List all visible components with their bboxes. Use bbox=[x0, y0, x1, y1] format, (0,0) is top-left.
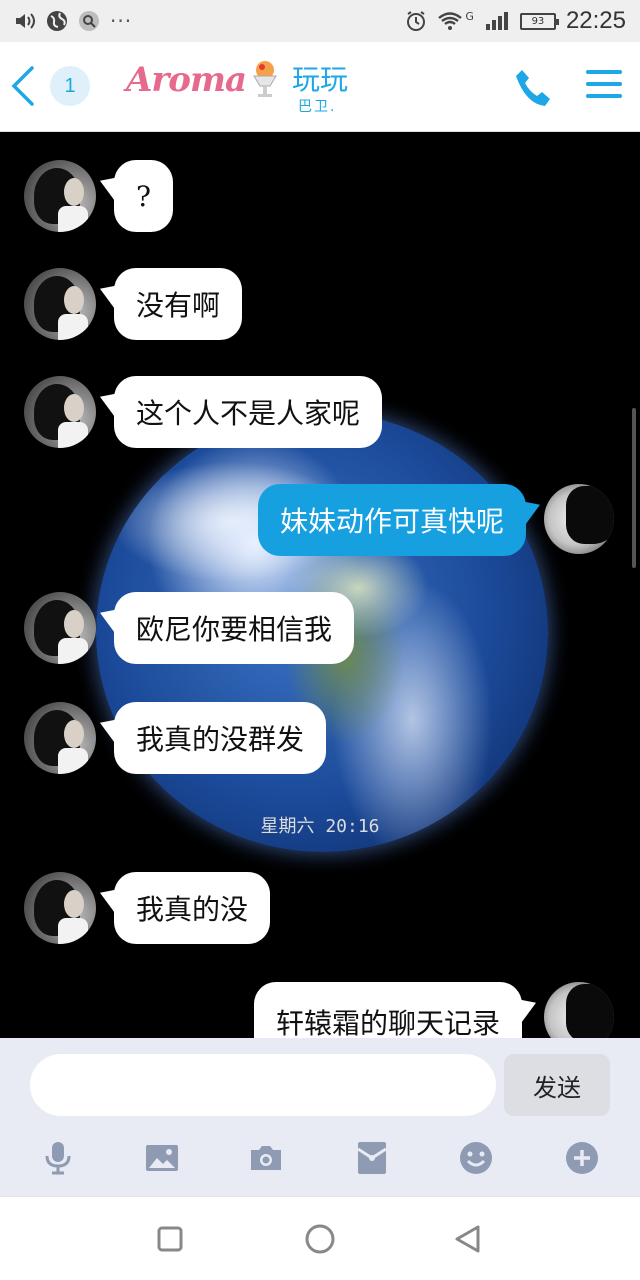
network-type-label: G bbox=[465, 9, 474, 23]
menu-line bbox=[586, 82, 622, 86]
more-dots-icon: ··· bbox=[110, 9, 133, 33]
chat-header: 1 Aroma 玩玩 巴卫. bbox=[0, 42, 640, 132]
ice-cream-icon bbox=[250, 58, 280, 98]
volume-icon bbox=[14, 11, 36, 31]
status-left: ··· bbox=[14, 9, 132, 33]
message-timestamp: 星期六 20:16 bbox=[260, 816, 380, 837]
status-bar: ··· G 93 22:25 bbox=[0, 0, 640, 42]
incoming-message[interactable]: 我真的没 bbox=[114, 872, 271, 944]
menu-button[interactable] bbox=[586, 70, 622, 106]
chat-area[interactable]: ? 没有啊 这个人不是人家呢 妹妹动作可真快呢 欧尼你要相信我 我真的没群发 星… bbox=[0, 132, 640, 1038]
chevron-left-icon bbox=[11, 66, 34, 106]
menu-line bbox=[586, 70, 622, 74]
incoming-message[interactable]: 没有啊 bbox=[114, 268, 243, 340]
contact-avatar[interactable] bbox=[24, 268, 96, 340]
outgoing-message[interactable]: 轩辕霜的聊天记录 bbox=[253, 982, 522, 1038]
image-icon[interactable] bbox=[144, 1140, 180, 1176]
scrollbar[interactable] bbox=[632, 408, 636, 568]
plus-icon[interactable] bbox=[564, 1140, 600, 1176]
contact-avatar[interactable] bbox=[24, 872, 96, 944]
red-packet-icon[interactable] bbox=[354, 1140, 390, 1176]
home-icon[interactable] bbox=[304, 1223, 336, 1255]
contact-avatar[interactable] bbox=[24, 592, 96, 664]
microphone-icon[interactable] bbox=[40, 1140, 76, 1176]
search-icon bbox=[78, 10, 100, 32]
phone-icon bbox=[516, 70, 550, 106]
incoming-message[interactable]: 这个人不是人家呢 bbox=[114, 376, 383, 448]
emoji-icon[interactable] bbox=[458, 1140, 494, 1176]
unread-badge[interactable]: 1 bbox=[50, 66, 90, 106]
navigation-bar bbox=[0, 1196, 640, 1280]
alarm-icon bbox=[405, 10, 427, 32]
contact-avatar[interactable] bbox=[24, 160, 96, 232]
contact-subtitle: 巴卫. bbox=[298, 99, 337, 115]
contact-avatar[interactable] bbox=[24, 702, 96, 774]
back-button[interactable] bbox=[8, 64, 38, 108]
back-icon[interactable] bbox=[452, 1223, 484, 1255]
recent-apps-icon[interactable] bbox=[154, 1223, 186, 1255]
outgoing-message[interactable]: 妹妹动作可真快呢 bbox=[257, 484, 526, 556]
contact-name[interactable]: 玩玩 bbox=[292, 58, 348, 98]
camera-icon[interactable] bbox=[248, 1140, 284, 1176]
incoming-message[interactable]: 欧尼你要相信我 bbox=[114, 592, 355, 664]
my-avatar[interactable] bbox=[544, 484, 614, 554]
call-button[interactable] bbox=[512, 66, 556, 110]
input-bar: 发送 bbox=[0, 1038, 640, 1196]
status-right: G 93 22:25 bbox=[405, 7, 626, 35]
menu-line bbox=[586, 94, 622, 98]
wifi-icon bbox=[437, 11, 463, 31]
my-avatar[interactable] bbox=[544, 982, 614, 1038]
incoming-message[interactable]: ? bbox=[114, 160, 174, 232]
contact-avatar[interactable] bbox=[24, 376, 96, 448]
globe-icon bbox=[46, 10, 68, 32]
signal-icon bbox=[484, 11, 510, 31]
message-input[interactable] bbox=[30, 1054, 496, 1116]
battery-icon: 93 bbox=[519, 12, 559, 30]
send-button[interactable]: 发送 bbox=[504, 1054, 610, 1116]
battery-level: 93 bbox=[531, 15, 545, 27]
clock: 22:25 bbox=[565, 7, 626, 34]
aroma-logo: Aroma bbox=[126, 60, 247, 100]
incoming-message[interactable]: 我真的没群发 bbox=[114, 702, 327, 774]
